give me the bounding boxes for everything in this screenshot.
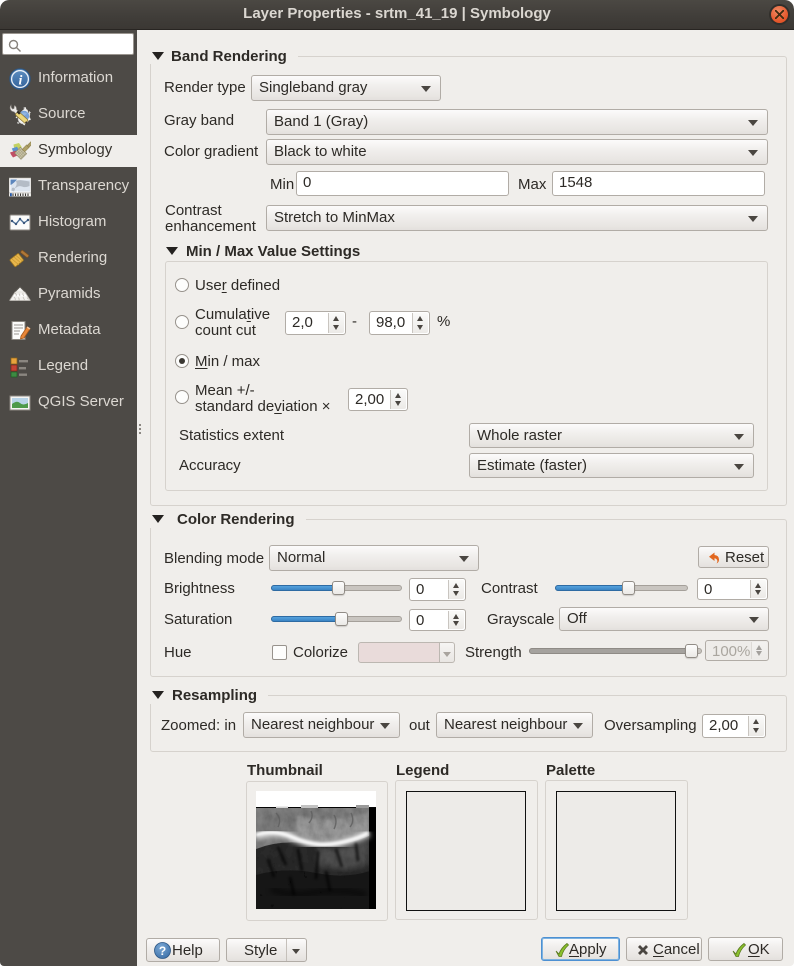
svg-text:i: i xyxy=(19,74,23,89)
svg-text:?: ? xyxy=(159,944,166,958)
